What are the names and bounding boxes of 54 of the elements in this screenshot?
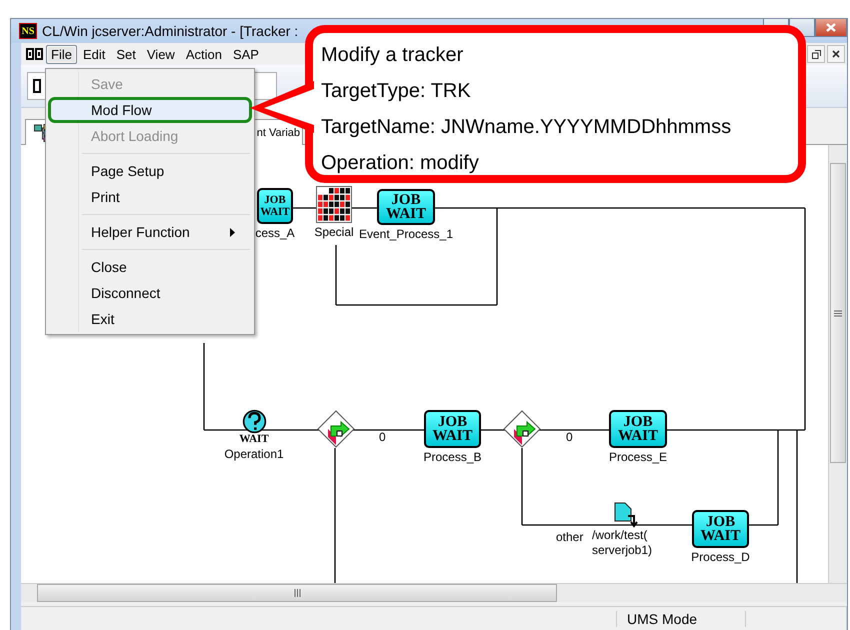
node-label: Process_E: [608, 450, 668, 465]
menu-item[interactable]: Exit: [48, 306, 252, 332]
edge-label: 0: [566, 430, 573, 444]
edge-label: other: [556, 530, 584, 544]
connector-line: [293, 207, 316, 209]
branch-icon[interactable]: [317, 410, 355, 448]
callout-text: Modify a tracker: [321, 43, 464, 68]
menu-item[interactable]: Close: [48, 254, 252, 280]
job-icon[interactable]: JOB WAIT: [424, 410, 481, 448]
job-icon[interactable]: JOB WAIT: [257, 188, 293, 224]
restore-icon: [812, 50, 820, 58]
grip-icon: [834, 310, 842, 316]
menu-item[interactable]: View: [142, 44, 180, 64]
vertical-scrollbar[interactable]: [828, 145, 847, 583]
file-icon[interactable]: [614, 502, 640, 528]
menu-item[interactable]: Edit: [78, 44, 110, 64]
menu-item[interactable]: Disconnect: [48, 280, 252, 306]
restore-button[interactable]: [807, 45, 825, 63]
menu-item[interactable]: File: [46, 44, 77, 64]
close-icon: [826, 23, 836, 32]
grip-icon: [294, 589, 300, 597]
calendar-icon[interactable]: [316, 186, 352, 223]
node-label: Operation1: [224, 447, 284, 462]
node-label: Process_B: [423, 450, 482, 465]
menu-item[interactable]: Helper Function: [48, 219, 252, 245]
submenu-arrow-icon: [230, 228, 235, 236]
menu-item[interactable]: Print: [48, 184, 252, 210]
menu-item[interactable]: Page Setup: [48, 158, 252, 184]
mdi-icon: [32, 78, 42, 94]
menu-item[interactable]: Action: [180, 44, 227, 64]
app-icon: NS: [19, 23, 37, 39]
document-icon[interactable]: [25, 47, 45, 61]
status-mode: UMS Mode: [616, 611, 746, 627]
close-button[interactable]: [827, 45, 845, 63]
tab-label: nt Variab: [256, 126, 300, 138]
node-label: /work/test( serverjob1): [592, 528, 652, 558]
node-label: Special: [314, 225, 354, 240]
branch-icon[interactable]: [503, 410, 541, 448]
connector-line: [352, 207, 377, 209]
edge-label: 0: [379, 430, 386, 444]
node-label: cess_A: [255, 226, 295, 241]
job-icon[interactable]: JOB WAIT: [609, 410, 667, 448]
callout-text: TargetName: JNWname.YYYYMMDDhhmmss: [321, 115, 732, 140]
node-label: Process_D: [691, 550, 750, 565]
window-title: CL/Win jcserver:Administrator - [Tracker :: [42, 23, 300, 39]
close-icon: [832, 50, 840, 58]
callout-text: TargetType: TRK: [321, 79, 472, 104]
menu-item[interactable]: Set: [111, 44, 141, 64]
job-icon[interactable]: JOB WAIT: [692, 510, 749, 548]
job-icon[interactable]: JOB WAIT: [377, 189, 435, 225]
node-label: Event_Process_1: [358, 227, 454, 242]
callout-text: Operation: modify: [321, 151, 480, 176]
menu-item[interactable]: Mod Flow: [48, 97, 252, 123]
menu-item[interactable]: SAP: [228, 44, 264, 64]
